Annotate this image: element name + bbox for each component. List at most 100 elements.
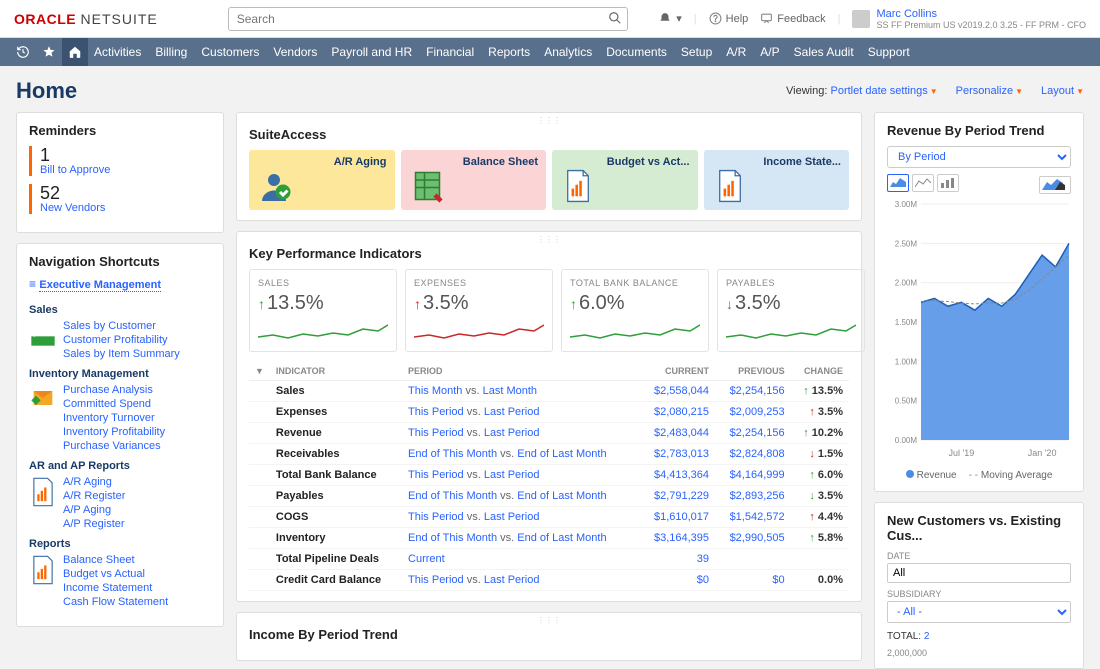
- layout-link[interactable]: Layout▼: [1041, 85, 1084, 97]
- kpi-row[interactable]: InventoryEnd of This Month vs. End of La…: [249, 528, 849, 549]
- shortcut-section-header: Inventory Management: [29, 368, 211, 380]
- person-check-icon: [259, 168, 295, 204]
- notifications-icon[interactable]: ▾: [658, 12, 682, 26]
- avatar-icon: [852, 10, 870, 28]
- chart-area-icon[interactable]: [887, 174, 909, 192]
- nav-vendors[interactable]: Vendors: [273, 45, 317, 59]
- nav-activities[interactable]: Activities: [94, 45, 141, 59]
- nav-financial[interactable]: Financial: [426, 45, 474, 59]
- sparkline-icon: [570, 319, 700, 343]
- shortcut-link[interactable]: A/R Aging: [63, 476, 125, 488]
- svg-text:2.50M: 2.50M: [895, 239, 918, 248]
- main-nav: Activities Billing Customers Vendors Pay…: [0, 38, 1100, 66]
- reminders-portlet: Reminders 1 Bill to Approve 52 New Vendo…: [16, 112, 224, 233]
- help-link[interactable]: Help: [709, 12, 749, 25]
- nav-history-icon[interactable]: [10, 38, 36, 66]
- tile-income-statement[interactable]: Income State...: [704, 150, 850, 210]
- chart-expand-icon[interactable]: [1039, 176, 1071, 194]
- shortcut-section-header: Reports: [29, 538, 211, 550]
- shortcut-link[interactable]: Budget vs Actual: [63, 568, 168, 580]
- tile-budget-vs-actual[interactable]: Budget vs Act...: [552, 150, 698, 210]
- shortcut-link[interactable]: A/P Register: [63, 518, 125, 530]
- nav-documents[interactable]: Documents: [606, 45, 667, 59]
- nav-customers[interactable]: Customers: [201, 45, 259, 59]
- kpi-row[interactable]: Credit Card BalanceThis Period vs. Last …: [249, 570, 849, 591]
- drag-handle-icon[interactable]: ⋮⋮⋮: [249, 117, 849, 125]
- kpi-row[interactable]: COGSThis Period vs. Last Period$1,610,01…: [249, 507, 849, 528]
- kpi-card[interactable]: SALES↑13.5%: [249, 269, 397, 352]
- kpi-row[interactable]: ExpensesThis Period vs. Last Period$2,08…: [249, 402, 849, 423]
- chart-line-icon[interactable]: [912, 174, 934, 192]
- kpi-row[interactable]: Total Pipeline DealsCurrent39: [249, 549, 849, 570]
- shortcut-link[interactable]: Inventory Turnover: [63, 412, 165, 424]
- kpi-table: ▼ INDICATOR PERIOD CURRENT PREVIOUS CHAN…: [249, 362, 849, 591]
- total-link[interactable]: 2: [924, 631, 930, 642]
- shortcut-link[interactable]: Income Statement: [63, 582, 168, 594]
- hamburger-icon: ≡: [29, 277, 36, 291]
- personalize-link[interactable]: Personalize▼: [956, 85, 1023, 97]
- drag-handle-icon[interactable]: ⋮⋮⋮: [249, 236, 849, 244]
- svg-text:1.00M: 1.00M: [895, 357, 918, 366]
- shortcut-link[interactable]: Sales by Item Summary: [63, 348, 180, 360]
- revenue-legend: Revenue - - Moving Average: [887, 470, 1071, 481]
- nav-home-icon[interactable]: [62, 38, 88, 66]
- chart-bar-icon[interactable]: [937, 174, 959, 192]
- shortcut-link[interactable]: Customer Profitability: [63, 334, 180, 346]
- suiteaccess-portlet: ⋮⋮⋮ SuiteAccess A/R Aging Balance Sheet …: [236, 112, 862, 221]
- nav-reports[interactable]: Reports: [488, 45, 530, 59]
- drag-handle-icon[interactable]: ⋮⋮⋮: [249, 617, 849, 625]
- nav-ap[interactable]: A/P: [760, 45, 779, 59]
- income-portlet: ⋮⋮⋮ Income By Period Trend: [236, 612, 862, 661]
- user-menu[interactable]: Marc Collins SS FF Premium US v2019.2.0 …: [852, 8, 1086, 30]
- viewing-selector[interactable]: Viewing: Portlet date settings▼: [786, 85, 938, 97]
- reminders-title: Reminders: [29, 123, 211, 138]
- revenue-period-select[interactable]: By Period: [887, 146, 1071, 168]
- nav-billing[interactable]: Billing: [155, 45, 187, 59]
- shortcut-link[interactable]: Cash Flow Statement: [63, 596, 168, 608]
- svg-text:Jan '20: Jan '20: [1028, 448, 1057, 458]
- kpi-row[interactable]: PayablesEnd of This Month vs. End of Las…: [249, 486, 849, 507]
- svg-text:2.00M: 2.00M: [895, 279, 918, 288]
- nav-payroll[interactable]: Payroll and HR: [331, 45, 412, 59]
- revenue-chart[interactable]: 0.00M0.50M1.00M1.50M2.00M2.50M3.00MJul '…: [887, 196, 1071, 466]
- shortcut-exec[interactable]: Executive Management: [39, 279, 161, 292]
- kpi-row[interactable]: RevenueThis Period vs. Last Period$2,483…: [249, 423, 849, 444]
- shortcut-link[interactable]: A/R Register: [63, 490, 125, 502]
- reminder-item[interactable]: 1 Bill to Approve: [29, 146, 211, 176]
- revenue-portlet: Revenue By Period Trend By Period: [874, 112, 1084, 492]
- shortcut-link[interactable]: Purchase Analysis: [63, 384, 165, 396]
- tile-balance-sheet[interactable]: Balance Sheet: [401, 150, 547, 210]
- global-search-input[interactable]: [228, 7, 628, 31]
- shortcut-link[interactable]: Sales by Customer: [63, 320, 180, 332]
- kpi-row[interactable]: SalesThis Month vs. Last Month$2,558,044…: [249, 381, 849, 402]
- nav-support[interactable]: Support: [868, 45, 910, 59]
- shortcuts-title: Navigation Shortcuts: [29, 254, 211, 269]
- kpi-row[interactable]: ReceivablesEnd of This Month vs. End of …: [249, 444, 849, 465]
- page-header: Home Viewing: Portlet date settings▼ Per…: [0, 66, 1100, 112]
- sparkline-icon: [258, 319, 388, 343]
- svg-text:Jul '19: Jul '19: [948, 448, 974, 458]
- feedback-link[interactable]: Feedback: [760, 12, 825, 25]
- nav-sales-audit[interactable]: Sales Audit: [794, 45, 854, 59]
- date-filter-input[interactable]: [887, 563, 1071, 583]
- kpi-card[interactable]: EXPENSES↑3.5%: [405, 269, 553, 352]
- top-bar: ORACLE NETSUITE ▾ | Help Feedback | M: [0, 0, 1100, 38]
- tile-ar-aging[interactable]: A/R Aging: [249, 150, 395, 210]
- shortcut-link[interactable]: Purchase Variances: [63, 440, 165, 452]
- user-role: SS FF Premium US v2019.2.0 3.25 - FF PRM…: [876, 20, 1086, 30]
- kpi-card[interactable]: PAYABLES↓3.5%: [717, 269, 865, 352]
- search-icon[interactable]: [608, 11, 622, 25]
- kpi-card[interactable]: TOTAL BANK BALANCE↑6.0%: [561, 269, 709, 352]
- nav-ar[interactable]: A/R: [726, 45, 746, 59]
- kpi-row[interactable]: Total Bank BalanceThis Period vs. Last P…: [249, 465, 849, 486]
- shortcut-link[interactable]: Balance Sheet: [63, 554, 168, 566]
- shortcut-link[interactable]: Inventory Profitability: [63, 426, 165, 438]
- subsidiary-select[interactable]: - All -: [887, 601, 1071, 623]
- shortcut-link[interactable]: Committed Spend: [63, 398, 165, 410]
- page-title: Home: [16, 78, 77, 104]
- shortcut-link[interactable]: A/P Aging: [63, 504, 125, 516]
- nav-analytics[interactable]: Analytics: [544, 45, 592, 59]
- nav-star-icon[interactable]: [36, 38, 62, 66]
- nav-setup[interactable]: Setup: [681, 45, 712, 59]
- reminder-item[interactable]: 52 New Vendors: [29, 184, 211, 214]
